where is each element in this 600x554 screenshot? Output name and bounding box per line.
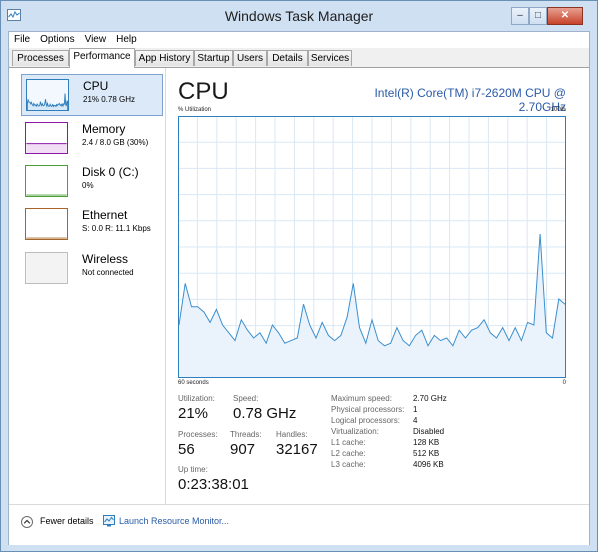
speed-label: Speed: xyxy=(233,394,259,403)
uptime-label: Up time: xyxy=(178,465,208,474)
spec-value: 4096 KB xyxy=(413,460,444,469)
fewer-details-button[interactable] xyxy=(21,515,39,533)
spec-label: Physical processors: xyxy=(331,405,405,414)
menu-options[interactable]: Options xyxy=(35,32,79,45)
menu-file[interactable]: File xyxy=(9,32,35,45)
minimize-icon: ‒ xyxy=(517,10,523,21)
spec-label: Virtualization: xyxy=(331,427,379,436)
footer-bar: Fewer details Launch Resource Monitor... xyxy=(9,504,589,545)
cpu-mini-graph xyxy=(26,79,69,111)
tab-performance[interactable]: Performance xyxy=(69,48,135,68)
tab-details[interactable]: Details xyxy=(267,50,308,66)
sidebar-item-disk[interactable]: Disk 0 (C:) 0% xyxy=(21,161,163,203)
cpu-utilization-graph xyxy=(178,116,566,378)
page-title: CPU xyxy=(178,78,229,105)
spec-label: L1 cache: xyxy=(331,438,366,447)
threads-value: 907 xyxy=(230,441,256,458)
close-button[interactable]: ✕ xyxy=(547,7,583,25)
menu-bar: File Options View Help xyxy=(9,32,589,48)
sidebar-item-detail: S: 0.0 R: 11.1 Kbps xyxy=(82,224,151,233)
sidebar-item-detail: 0% xyxy=(82,181,94,190)
processes-value: 56 xyxy=(178,441,195,458)
graph-time-left-label: 60 seconds xyxy=(178,380,209,386)
speed-value: 0.78 GHz xyxy=(233,405,297,422)
sidebar-item-detail: 21% 0.78 GHz xyxy=(83,95,136,104)
threads-label: Threads: xyxy=(230,430,262,439)
spec-value: 512 KB xyxy=(413,449,440,458)
tab-services[interactable]: Services xyxy=(308,50,352,66)
maximize-button[interactable]: □ xyxy=(529,7,547,25)
sidebar-item-label: Disk 0 (C:) xyxy=(82,165,139,179)
processes-label: Processes: xyxy=(178,430,218,439)
spec-label: Logical processors: xyxy=(331,416,400,425)
spec-label: Maximum speed: xyxy=(331,394,392,403)
fewer-details-link[interactable]: Fewer details xyxy=(40,516,94,526)
maximize-icon: □ xyxy=(534,10,542,21)
spec-label: L2 cache: xyxy=(331,449,366,458)
sidebar-item-detail: 2.4 / 8.0 GB (30%) xyxy=(82,138,149,147)
sidebar-item-detail: Not connected xyxy=(82,268,134,277)
wireless-mini-graph xyxy=(25,252,68,284)
tab-bar: Processes Performance App History Startu… xyxy=(9,48,589,68)
utilization-value: 21% xyxy=(178,405,209,422)
title-bar[interactable]: Windows Task Manager ‒ □ ✕ xyxy=(1,1,597,31)
window-title: Windows Task Manager xyxy=(224,8,374,24)
sidebar-item-label: CPU xyxy=(83,79,109,93)
minimize-button[interactable]: ‒ xyxy=(511,7,529,25)
chevron-up-icon xyxy=(21,516,33,528)
spec-value: Disabled xyxy=(413,427,445,436)
tab-processes[interactable]: Processes xyxy=(12,50,69,66)
client-area: File Options View Help Processes Performanc… xyxy=(8,31,590,545)
memory-mini-graph xyxy=(25,122,68,154)
spec-value: 1 xyxy=(413,405,418,414)
tab-app-history[interactable]: App History xyxy=(135,50,194,66)
spec-value: 2.70 GHz xyxy=(413,394,447,403)
sidebar-item-cpu[interactable]: CPU 21% 0.78 GHz xyxy=(21,74,163,116)
sidebar-item-label: Memory xyxy=(82,122,126,136)
graph-y-axis-label: % Utilization xyxy=(178,107,212,113)
menu-help[interactable]: Help xyxy=(111,32,142,45)
spec-label: L3 cache: xyxy=(331,460,366,469)
resource-monitor-icon xyxy=(103,515,115,527)
sidebar-item-ethernet[interactable]: Ethernet S: 0.0 R: 11.1 Kbps xyxy=(21,204,163,246)
sidebar-item-memory[interactable]: Memory 2.4 / 8.0 GB (30%) xyxy=(21,118,163,160)
handles-label: Handles: xyxy=(276,430,308,439)
utilization-label: Utilization: xyxy=(178,394,215,403)
tab-startup[interactable]: Startup xyxy=(194,50,233,66)
spec-value: 4 xyxy=(413,416,418,425)
graph-y-max-label: 100% xyxy=(550,107,566,113)
close-icon: ✕ xyxy=(560,10,570,21)
tab-users[interactable]: Users xyxy=(233,50,267,66)
handles-value: 32167 xyxy=(276,441,318,458)
disk-mini-graph xyxy=(25,165,68,197)
ethernet-mini-graph xyxy=(25,208,68,240)
resource-sidebar: CPU 21% 0.78 GHz Memory 2.4 / 8.0 GB (30… xyxy=(9,68,166,504)
uptime-value: 0:23:38:01 xyxy=(178,476,249,493)
sidebar-item-label: Wireless xyxy=(82,252,129,266)
launch-resource-monitor-link[interactable]: Launch Resource Monitor... xyxy=(119,516,229,526)
spec-value: 128 KB xyxy=(413,438,440,447)
sidebar-item-wireless[interactable]: Wireless Not connected xyxy=(21,248,163,290)
sidebar-item-label: Ethernet xyxy=(82,208,128,222)
task-manager-window: Windows Task Manager ‒ □ ✕ File Options Vi… xyxy=(0,0,598,552)
menu-view[interactable]: View xyxy=(80,32,112,45)
graph-time-right-label: 0 xyxy=(562,380,566,386)
